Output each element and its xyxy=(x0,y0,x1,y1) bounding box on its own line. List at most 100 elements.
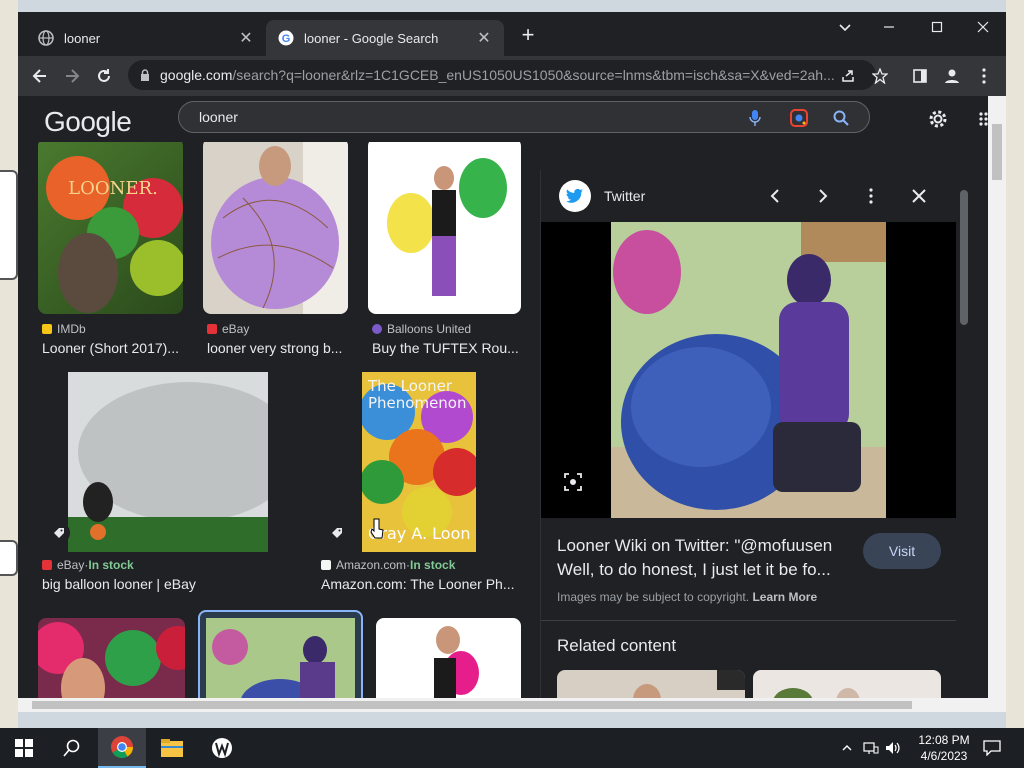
learn-more-link[interactable]: Learn More xyxy=(752,590,817,604)
clock-date: 4/6/2023 xyxy=(920,749,968,763)
back-button[interactable] xyxy=(26,62,54,90)
panel-site-name[interactable]: Twitter xyxy=(604,188,645,204)
desktop-decoration xyxy=(0,540,18,576)
browser-toolbar: google.com/search?q=looner&rlz=1C1GCEB_e… xyxy=(18,56,1006,96)
lock-icon xyxy=(140,69,150,81)
tab-looner[interactable]: looner ✕ xyxy=(26,20,266,56)
result-source: IMDb xyxy=(42,322,86,336)
reload-button[interactable] xyxy=(90,62,118,90)
page-horizontal-scrollbar[interactable] xyxy=(18,698,1006,712)
close-panel-icon[interactable] xyxy=(907,184,931,208)
forward-button[interactable] xyxy=(58,62,86,90)
network-icon[interactable] xyxy=(862,738,880,758)
image-results-grid: LOONER. IMDb Looner (Short 2017)... eBay… xyxy=(18,142,538,712)
globe-icon xyxy=(38,30,54,46)
search-input[interactable] xyxy=(199,109,699,125)
address-bar[interactable]: google.com/search?q=looner&rlz=1C1GCEB_e… xyxy=(128,60,876,90)
url-path: /search?q=looner&rlz=1C1GCEB_enUS1050US1… xyxy=(232,67,835,83)
result-source: eBay · In stock xyxy=(42,558,134,572)
image-preview-panel: Twitter Looner Wiki on Twitter: "@mofuus… xyxy=(540,170,958,712)
tab-search-icon[interactable] xyxy=(830,16,860,40)
search-results-page: Google looner LOONER. IMDb Looner (Short… xyxy=(18,96,1006,712)
settings-gear-icon[interactable] xyxy=(926,107,950,131)
taskbar-search-icon[interactable] xyxy=(48,728,96,768)
panel-header: Twitter xyxy=(541,170,959,222)
volume-icon[interactable] xyxy=(884,738,902,758)
preview-image[interactable] xyxy=(541,222,957,518)
copyright-notice: Images may be subject to copyright. Lear… xyxy=(557,590,818,604)
poster-text: LOONER. xyxy=(68,178,158,199)
profile-icon[interactable] xyxy=(940,64,964,88)
app-taskbar-icon[interactable] xyxy=(198,728,246,768)
panel-divider xyxy=(541,620,957,621)
system-clock[interactable]: 12:08 PM 4/6/2023 xyxy=(916,732,972,764)
notifications-icon[interactable] xyxy=(982,738,1002,758)
image-result-thumbnail[interactable] xyxy=(368,142,521,314)
result-source: eBay xyxy=(207,322,249,336)
previous-image-button[interactable] xyxy=(763,184,787,208)
twitter-logo-icon xyxy=(559,180,591,212)
image-result-thumbnail[interactable] xyxy=(203,142,348,314)
mouse-cursor xyxy=(370,518,384,545)
shopping-tag-icon xyxy=(48,522,70,544)
new-tab-button[interactable]: + xyxy=(516,24,540,48)
result-title[interactable]: Amazon.com: The Looner Ph... xyxy=(321,576,526,592)
image-result-thumbnail[interactable]: LOONER. xyxy=(38,142,183,314)
maximize-button[interactable] xyxy=(914,12,960,42)
next-image-button[interactable] xyxy=(811,184,835,208)
balloons-united-icon xyxy=(372,324,382,334)
ebay-icon xyxy=(42,560,52,570)
url-host: google.com xyxy=(160,67,233,83)
tab-google-search[interactable]: G looner - Google Search ✕ xyxy=(266,20,504,56)
book-title: The Looner Phenomenon xyxy=(368,377,467,412)
minimize-button[interactable] xyxy=(866,12,912,42)
more-options-icon[interactable] xyxy=(859,184,883,208)
visual-search-icon[interactable] xyxy=(563,472,587,496)
result-source: Amazon.com · In stock xyxy=(321,558,455,572)
browser-window: looner ✕ G looner - Google Search ✕ + go… xyxy=(18,12,1006,712)
amazon-icon xyxy=(321,560,331,570)
tab-title: looner xyxy=(64,30,101,46)
result-title[interactable]: Buy the TUFTEX Rou... xyxy=(372,340,527,356)
imdb-icon xyxy=(42,324,52,334)
chrome-taskbar-icon[interactable] xyxy=(98,728,146,768)
share-icon[interactable] xyxy=(836,64,860,88)
panel-scrollbar[interactable] xyxy=(956,170,972,702)
desktop-background-left xyxy=(0,0,18,728)
preview-title[interactable]: Looner Wiki on Twitter: "@mofuusen Well,… xyxy=(557,534,857,582)
google-logo[interactable]: Google xyxy=(44,106,132,138)
page-vertical-scrollbar-thumb[interactable] xyxy=(992,124,1002,180)
visit-button[interactable]: Visit xyxy=(863,533,941,569)
tab-title: looner - Google Search xyxy=(304,30,439,46)
side-panel-icon[interactable] xyxy=(908,64,932,88)
selected-image-thumbnail[interactable] xyxy=(198,610,363,712)
chrome-menu-icon[interactable] xyxy=(972,64,996,88)
close-tab-icon[interactable]: ✕ xyxy=(238,28,254,48)
ebay-icon xyxy=(207,324,217,334)
close-tab-icon[interactable]: ✕ xyxy=(476,28,492,48)
result-title[interactable]: Looner (Short 2017)... xyxy=(42,340,187,356)
page-vertical-scrollbar[interactable] xyxy=(988,96,1006,706)
page-horizontal-scrollbar-thumb[interactable] xyxy=(32,701,912,709)
related-content-heading: Related content xyxy=(557,636,677,655)
clock-time: 12:08 PM xyxy=(918,733,970,747)
google-lens-icon[interactable] xyxy=(789,108,809,128)
close-window-button[interactable] xyxy=(960,12,1006,42)
file-explorer-icon[interactable] xyxy=(148,728,196,768)
result-source: Balloons United xyxy=(372,322,471,336)
tab-strip: looner ✕ G looner - Google Search ✕ + xyxy=(18,12,1006,56)
search-box[interactable] xyxy=(178,101,870,133)
result-title[interactable]: looner very strong b... xyxy=(207,340,352,356)
image-result-thumbnail[interactable] xyxy=(68,372,268,552)
bookmark-star-icon[interactable] xyxy=(868,64,892,88)
windows-taskbar: 12:08 PM 4/6/2023 xyxy=(0,728,1024,768)
panel-scrollbar-thumb[interactable] xyxy=(960,190,968,325)
result-title[interactable]: big balloon looner | eBay xyxy=(42,576,282,592)
svg-text:G: G xyxy=(282,33,291,45)
search-icon[interactable] xyxy=(831,108,851,128)
microphone-icon[interactable] xyxy=(745,108,765,128)
show-hidden-icons-icon[interactable] xyxy=(838,738,856,758)
desktop-decoration xyxy=(0,170,18,280)
google-favicon-icon: G xyxy=(278,30,294,46)
start-button[interactable] xyxy=(0,728,48,768)
